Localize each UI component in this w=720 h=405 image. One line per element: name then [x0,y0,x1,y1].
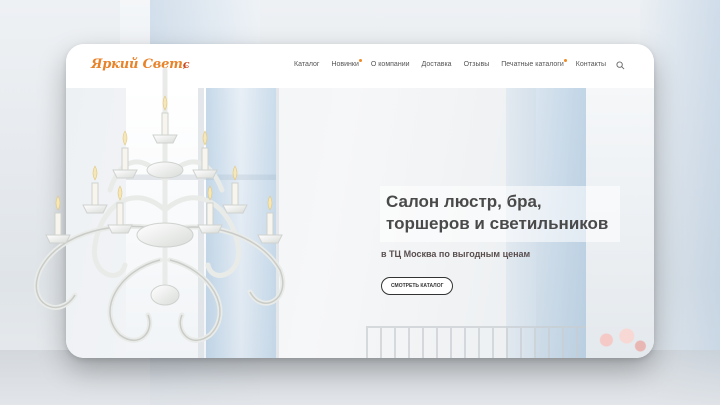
nav-item-about[interactable]: О компании [371,61,410,68]
main-nav: Каталог Новинки О компании Доставка Отзы… [294,59,606,68]
nav-item-print-catalogs[interactable]: Печатные каталоги [501,59,567,68]
nav-item-label: Контакты [575,61,606,68]
new-indicator-dot [358,59,362,62]
hero-headline-line1: Салон люстр, бра, [386,192,542,211]
hero-flowers [586,320,654,358]
nav-item-reviews[interactable]: Отзывы [464,61,490,68]
hero-subheadline: в ТЦ Москва по выгодным ценам [381,249,531,259]
nav-item-label: О компании [370,61,410,68]
nav-item-label: Новинки [331,61,359,68]
chandelier-image [33,67,286,343]
nav-item-new[interactable]: Новинки [331,59,362,68]
hero-headline: Салон люстр, бра, торшеров и светильнико… [386,191,626,235]
view-catalog-button[interactable]: Смотреть каталог [381,277,454,295]
nav-item-label: Печатные каталоги [501,61,564,68]
hero-headline-line2: торшеров и светильников [386,214,609,233]
new-indicator-dot [563,59,567,62]
nav-item-delivery[interactable]: Доставка [422,61,452,68]
nav-item-contacts[interactable]: Контакты [576,61,606,68]
hero-balcony-rail [366,326,586,358]
nav-item-label: Доставка [421,61,452,68]
search-icon[interactable] [616,61,625,70]
nav-item-label: Отзывы [463,61,490,68]
